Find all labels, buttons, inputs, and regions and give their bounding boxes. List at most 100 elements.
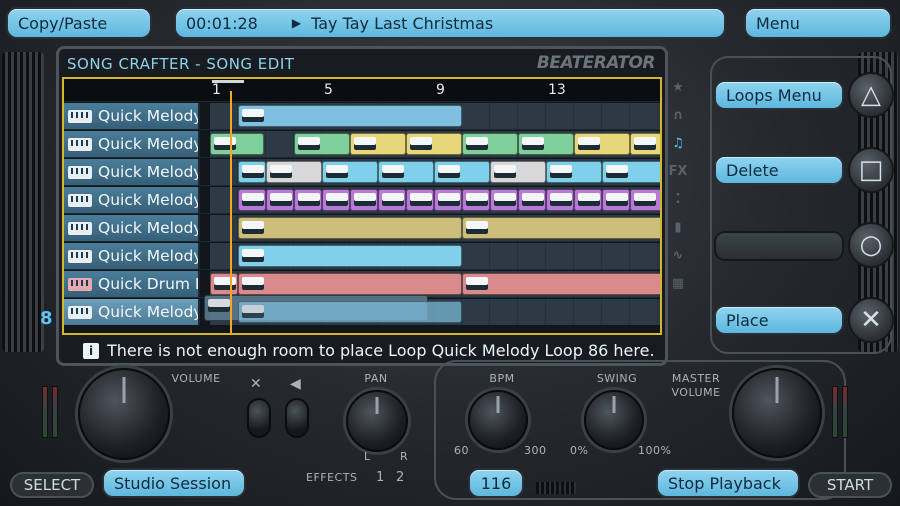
screen-title: SONG CRAFTER - SONG EDIT <box>67 55 295 73</box>
track-row[interactable]: Quick Melody <box>64 157 660 185</box>
playhead[interactable] <box>230 91 232 333</box>
loop-block[interactable] <box>518 133 574 155</box>
delete-button[interactable]: Delete <box>716 157 842 183</box>
swing-max-label: 100% <box>638 444 672 457</box>
star-icon[interactable]: ★ <box>672 77 684 99</box>
stop-playback-button[interactable]: Stop Playback <box>658 470 798 496</box>
loop-block[interactable] <box>406 189 434 211</box>
music-note-icon[interactable]: ♫ <box>672 133 684 155</box>
dots-icon[interactable]: ⁚ <box>676 189 681 211</box>
loop-block[interactable] <box>630 133 660 155</box>
track-lane[interactable] <box>204 295 660 325</box>
loop-block[interactable] <box>266 161 322 183</box>
place-button[interactable]: Place <box>716 307 842 333</box>
track-row[interactable]: Quick Melody <box>64 213 660 241</box>
triangle-button[interactable]: △ <box>848 72 894 118</box>
loop-block[interactable] <box>602 189 630 211</box>
track-lane[interactable] <box>210 187 660 213</box>
volume-knob[interactable] <box>78 368 170 460</box>
track-row[interactable]: Quick Drum L <box>64 269 660 297</box>
select-button[interactable]: SELECT <box>10 472 94 498</box>
bars-icon[interactable]: ▮ <box>674 217 681 239</box>
headphones-icon[interactable]: ∩ <box>673 105 684 127</box>
loop-block[interactable] <box>574 189 602 211</box>
grid-icon[interactable]: ▦ <box>672 273 684 295</box>
loop-block[interactable] <box>462 217 660 239</box>
cross-button[interactable]: ✕ <box>848 297 894 343</box>
loop-block[interactable] <box>518 189 546 211</box>
loop-block[interactable] <box>490 189 518 211</box>
pan-knob[interactable] <box>346 390 408 452</box>
menu-button[interactable]: Menu <box>746 9 890 37</box>
triangle-icon: △ <box>861 80 881 110</box>
brand-logo: BEATERATOR <box>536 53 656 73</box>
master-volume-knob[interactable] <box>732 368 822 458</box>
loop-block[interactable] <box>462 133 518 155</box>
track-label[interactable]: Quick Melody <box>64 187 200 213</box>
loop-block[interactable] <box>546 189 574 211</box>
loop-block[interactable] <box>630 189 660 211</box>
loop-block[interactable] <box>266 189 294 211</box>
pan-left-label: L <box>364 450 371 463</box>
loop-block[interactable] <box>294 189 322 211</box>
loop-block[interactable] <box>322 189 350 211</box>
track-lane[interactable] <box>210 131 660 157</box>
loop-block[interactable] <box>602 161 660 183</box>
loop-block[interactable] <box>238 161 266 183</box>
loop-block[interactable] <box>294 133 350 155</box>
track-row[interactable]: Quick Melody <box>64 101 660 129</box>
loop-block[interactable] <box>462 189 490 211</box>
track-row[interactable]: Quick Melody <box>64 185 660 213</box>
bpm-knob[interactable] <box>468 390 528 450</box>
effect-1-knob[interactable] <box>247 398 271 438</box>
track-label[interactable]: Quick Melody <box>64 299 200 325</box>
loop-block[interactable] <box>434 161 490 183</box>
effect-2-selector[interactable]: 2 <box>396 470 405 485</box>
track-lane[interactable] <box>210 243 660 269</box>
track-label[interactable]: Quick Melody <box>64 215 200 241</box>
track-label[interactable]: Quick Drum L <box>64 271 200 297</box>
loops-menu-button[interactable]: Loops Menu <box>716 82 842 108</box>
track-lane[interactable] <box>210 215 660 241</box>
loop-block[interactable] <box>546 161 602 183</box>
track-row[interactable]: Quick Melody <box>64 295 660 325</box>
effect-2-knob[interactable] <box>285 398 309 438</box>
loop-block[interactable] <box>378 161 434 183</box>
track-label[interactable]: Quick Melody <box>64 159 200 185</box>
track-lane[interactable] <box>210 103 660 129</box>
loop-block[interactable] <box>238 245 462 267</box>
track-label[interactable]: Quick Melody <box>64 243 200 269</box>
studio-session-button[interactable]: Studio Session <box>104 470 244 496</box>
loop-block[interactable] <box>238 273 462 295</box>
track-row[interactable]: Quick Melody <box>64 129 660 157</box>
loop-block[interactable] <box>406 133 462 155</box>
loop-block[interactable] <box>238 217 462 239</box>
track-label[interactable]: Quick Melody <box>64 103 200 129</box>
loop-block[interactable] <box>238 105 462 127</box>
track-row[interactable]: Quick Melody <box>64 241 660 269</box>
track-label[interactable]: Quick Melody <box>64 131 200 157</box>
swing-knob[interactable] <box>584 390 644 450</box>
effect-1-selector[interactable]: 1 <box>376 470 385 485</box>
copy-paste-button[interactable]: Copy/Paste <box>8 9 150 37</box>
fx-icon[interactable]: FX <box>669 161 688 183</box>
loop-block[interactable] <box>462 273 660 295</box>
loop-block[interactable] <box>238 301 462 323</box>
loop-block[interactable] <box>378 189 406 211</box>
start-button[interactable]: START <box>808 472 892 498</box>
loop-block[interactable] <box>434 189 462 211</box>
loop-block[interactable] <box>322 161 378 183</box>
loop-block[interactable] <box>574 133 630 155</box>
circle-button[interactable]: ○ <box>848 222 894 268</box>
loop-block[interactable] <box>350 133 406 155</box>
loop-block[interactable] <box>210 133 264 155</box>
loop-block[interactable] <box>490 161 546 183</box>
track-lane[interactable] <box>210 159 660 185</box>
loop-block[interactable] <box>210 273 238 295</box>
track-lane[interactable] <box>210 271 660 297</box>
square-button[interactable]: □ <box>848 147 894 193</box>
loop-block[interactable] <box>238 189 266 211</box>
wave-icon[interactable]: ∿ <box>673 245 684 267</box>
song-grid[interactable]: 1 5 9 13 Quick Melody Quick Melody Quick… <box>62 77 662 335</box>
loop-block[interactable] <box>350 189 378 211</box>
